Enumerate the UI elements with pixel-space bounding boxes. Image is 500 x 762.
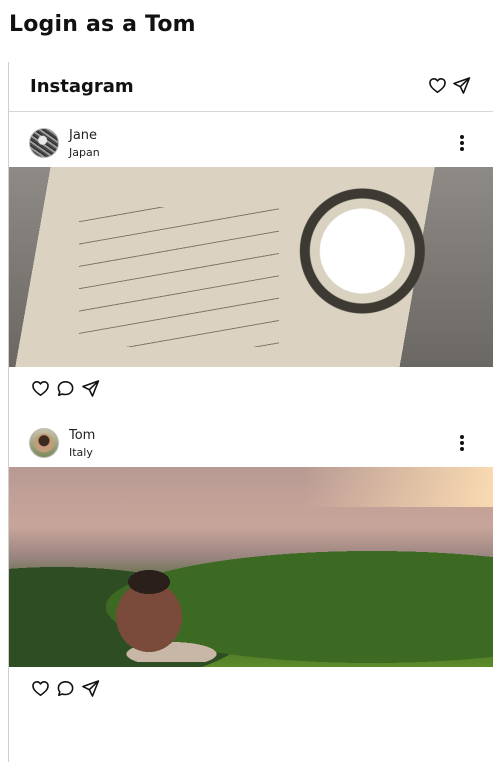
post-card: Jane Japan xyxy=(9,125,493,407)
brand-title: Instagram xyxy=(30,76,134,97)
send-icon[interactable] xyxy=(451,75,471,95)
send-icon[interactable] xyxy=(80,678,100,698)
heart-icon[interactable] xyxy=(30,378,50,398)
post-header: Tom Italy xyxy=(9,425,493,467)
post-image xyxy=(9,467,493,667)
post-actions xyxy=(9,667,493,707)
heart-icon[interactable] xyxy=(427,75,447,95)
more-options-icon[interactable] xyxy=(455,133,469,153)
send-icon[interactable] xyxy=(80,378,100,398)
header-icons xyxy=(427,75,471,95)
avatar[interactable] xyxy=(29,128,59,158)
app-header: Instagram xyxy=(9,62,493,112)
post-image xyxy=(9,167,493,367)
post-location: Italy xyxy=(69,446,93,459)
comment-icon[interactable] xyxy=(55,378,75,398)
post-actions xyxy=(9,367,493,407)
heart-icon[interactable] xyxy=(30,678,50,698)
app-frame: Instagram Jane Japan Tom Italy xyxy=(8,62,493,762)
more-options-icon[interactable] xyxy=(455,433,469,453)
post-username[interactable]: Jane xyxy=(69,128,97,143)
post-location: Japan xyxy=(69,146,100,159)
avatar[interactable] xyxy=(29,428,59,458)
comment-icon[interactable] xyxy=(55,678,75,698)
post-card: Tom Italy xyxy=(9,425,493,707)
post-username[interactable]: Tom xyxy=(69,428,95,443)
page-title: Login as a Tom xyxy=(9,12,196,37)
post-header: Jane Japan xyxy=(9,125,493,167)
